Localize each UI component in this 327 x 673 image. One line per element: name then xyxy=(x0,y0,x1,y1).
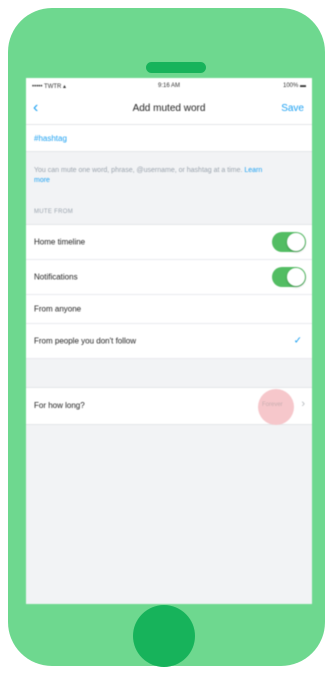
navigation-bar: ‹ Add muted word Save xyxy=(26,94,312,125)
list-item-notifications[interactable]: Notifications xyxy=(26,260,312,295)
home-button[interactable] xyxy=(133,605,195,667)
checkmark-icon: ✓ xyxy=(293,335,302,347)
battery-indicator: 100% ▬ xyxy=(282,83,306,89)
status-time: 9:16 AM xyxy=(157,83,180,89)
list-item-label: From people you don't follow xyxy=(34,336,137,346)
list-item-label: Home timeline xyxy=(34,237,86,247)
help-text: You can mute one word, phrase, @username… xyxy=(26,152,312,202)
help-description: You can mute one word, phrase, @username… xyxy=(34,167,243,174)
section-header-label: MUTE FROM xyxy=(34,209,74,215)
speaker-slot xyxy=(146,62,206,73)
status-bar: ••••• TWTR ▴ 9:16 AM 100% ▬ xyxy=(26,78,312,94)
duration-label: For how long? xyxy=(34,401,85,410)
toggle-knob xyxy=(287,233,305,251)
list-item-home-timeline[interactable]: Home timeline xyxy=(26,225,312,260)
mute-options-list: Home timeline Notifications From anyone … xyxy=(26,224,312,359)
page-title: Add muted word xyxy=(132,103,206,114)
section-header-mute-from: MUTE FROM xyxy=(26,202,312,224)
chevron-right-icon: › xyxy=(301,398,305,410)
phone-screen: ••••• TWTR ▴ 9:16 AM 100% ▬ ‹ Add muted … xyxy=(26,78,312,604)
list-item-label: From anyone xyxy=(34,304,82,314)
list-item-from-anyone[interactable]: From anyone xyxy=(26,295,312,324)
home-timeline-toggle[interactable] xyxy=(272,232,306,252)
toggle-knob xyxy=(287,268,305,286)
list-item-from-non-followers[interactable]: From people you don't follow ✓ xyxy=(26,324,312,359)
list-item-label: Notifications xyxy=(34,272,78,282)
muted-word-value: #hashtag xyxy=(34,134,67,143)
duration-value: Forever xyxy=(262,402,283,408)
muted-word-input[interactable]: #hashtag xyxy=(26,125,312,152)
notifications-toggle[interactable] xyxy=(272,267,306,287)
duration-row[interactable]: For how long? Forever › xyxy=(26,387,312,425)
save-button[interactable]: Save xyxy=(281,103,304,114)
